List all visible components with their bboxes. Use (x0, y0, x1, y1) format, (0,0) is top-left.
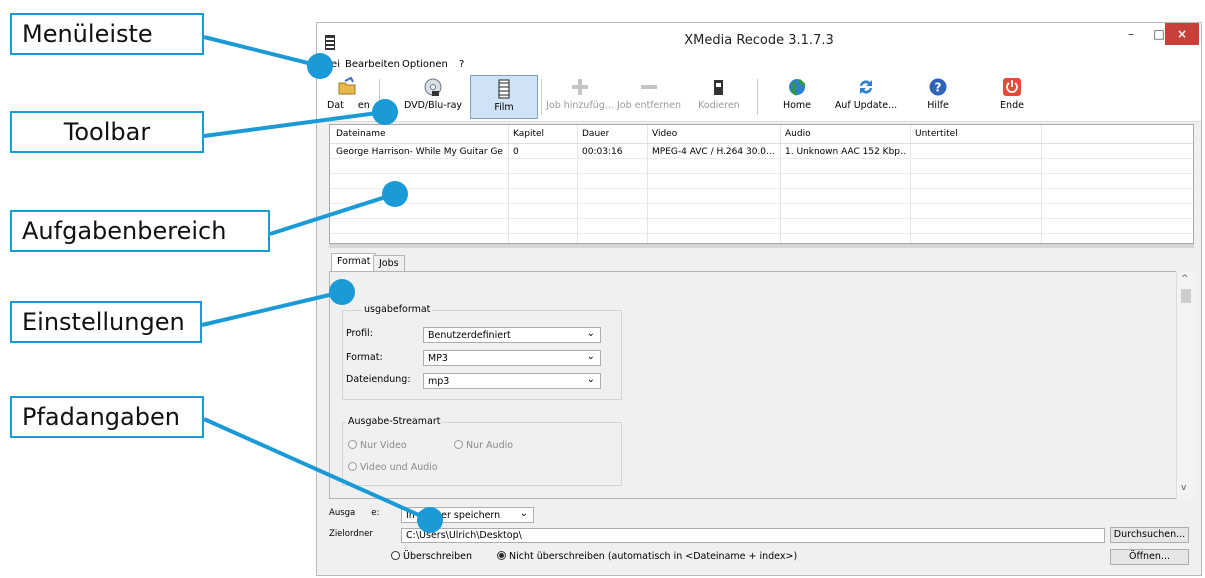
marker-dot (372, 99, 398, 125)
callout-settings: Einstellungen (10, 301, 202, 343)
annotation-lines (201, 35, 431, 522)
leader-line (203, 417, 431, 522)
callout-menubar: Menüleiste (10, 13, 204, 55)
marker-dot (417, 507, 443, 533)
leader-line (203, 110, 386, 138)
callout-task-area: Aufgabenbereich (10, 210, 270, 252)
leader-line (269, 192, 396, 236)
leader-line (201, 290, 343, 327)
marker-dot (382, 181, 408, 207)
callout-toolbar: Toolbar (10, 111, 204, 153)
marker-dot (307, 53, 333, 79)
leader-line (203, 35, 321, 68)
marker-dot (329, 279, 355, 305)
callout-paths: Pfadangaben (10, 396, 204, 438)
